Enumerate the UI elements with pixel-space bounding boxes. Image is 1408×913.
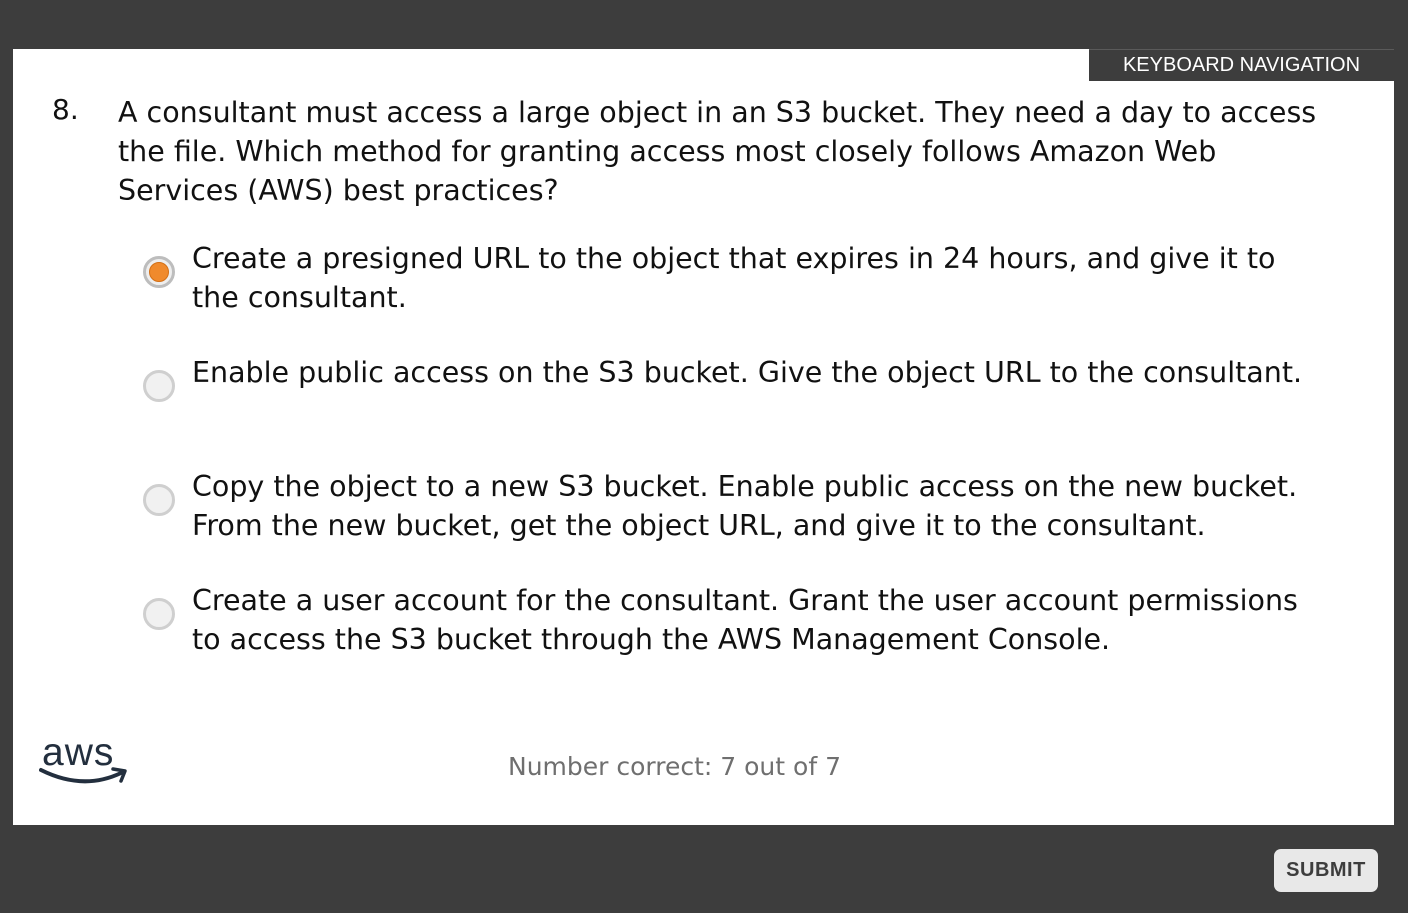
- aws-logo: aws: [39, 731, 131, 791]
- radio-button[interactable]: [143, 598, 175, 630]
- aws-logo-text: aws: [42, 733, 114, 774]
- radio-button[interactable]: [143, 370, 175, 402]
- answer-option-label: Create a user account for the consultant…: [192, 584, 1298, 656]
- answer-option-2[interactable]: Enable public access on the S3 bucket. G…: [143, 353, 1323, 402]
- answer-option-3[interactable]: Copy the object to a new S3 bucket. Enab…: [143, 467, 1323, 545]
- radio-selected-dot: [149, 262, 169, 282]
- quiz-panel: KEYBOARD NAVIGATION 8. A consultant must…: [13, 49, 1394, 825]
- answer-option-label: Create a presigned URL to the object tha…: [192, 242, 1276, 314]
- submit-button[interactable]: SUBMIT: [1274, 849, 1378, 892]
- question-number: 8.: [52, 93, 79, 126]
- keyboard-navigation-button[interactable]: KEYBOARD NAVIGATION: [1089, 49, 1394, 81]
- answer-option-label: Copy the object to a new S3 bucket. Enab…: [192, 470, 1298, 542]
- question-text: A consultant must access a large object …: [118, 96, 1317, 207]
- answer-option-label: Enable public access on the S3 bucket. G…: [192, 356, 1303, 389]
- answer-option-1[interactable]: Create a presigned URL to the object tha…: [143, 239, 1323, 317]
- score-text: Number correct: 7 out of 7: [508, 752, 841, 781]
- radio-button-selected[interactable]: [143, 256, 175, 288]
- answer-option-4[interactable]: Create a user account for the consultant…: [143, 581, 1323, 659]
- radio-button[interactable]: [143, 484, 175, 516]
